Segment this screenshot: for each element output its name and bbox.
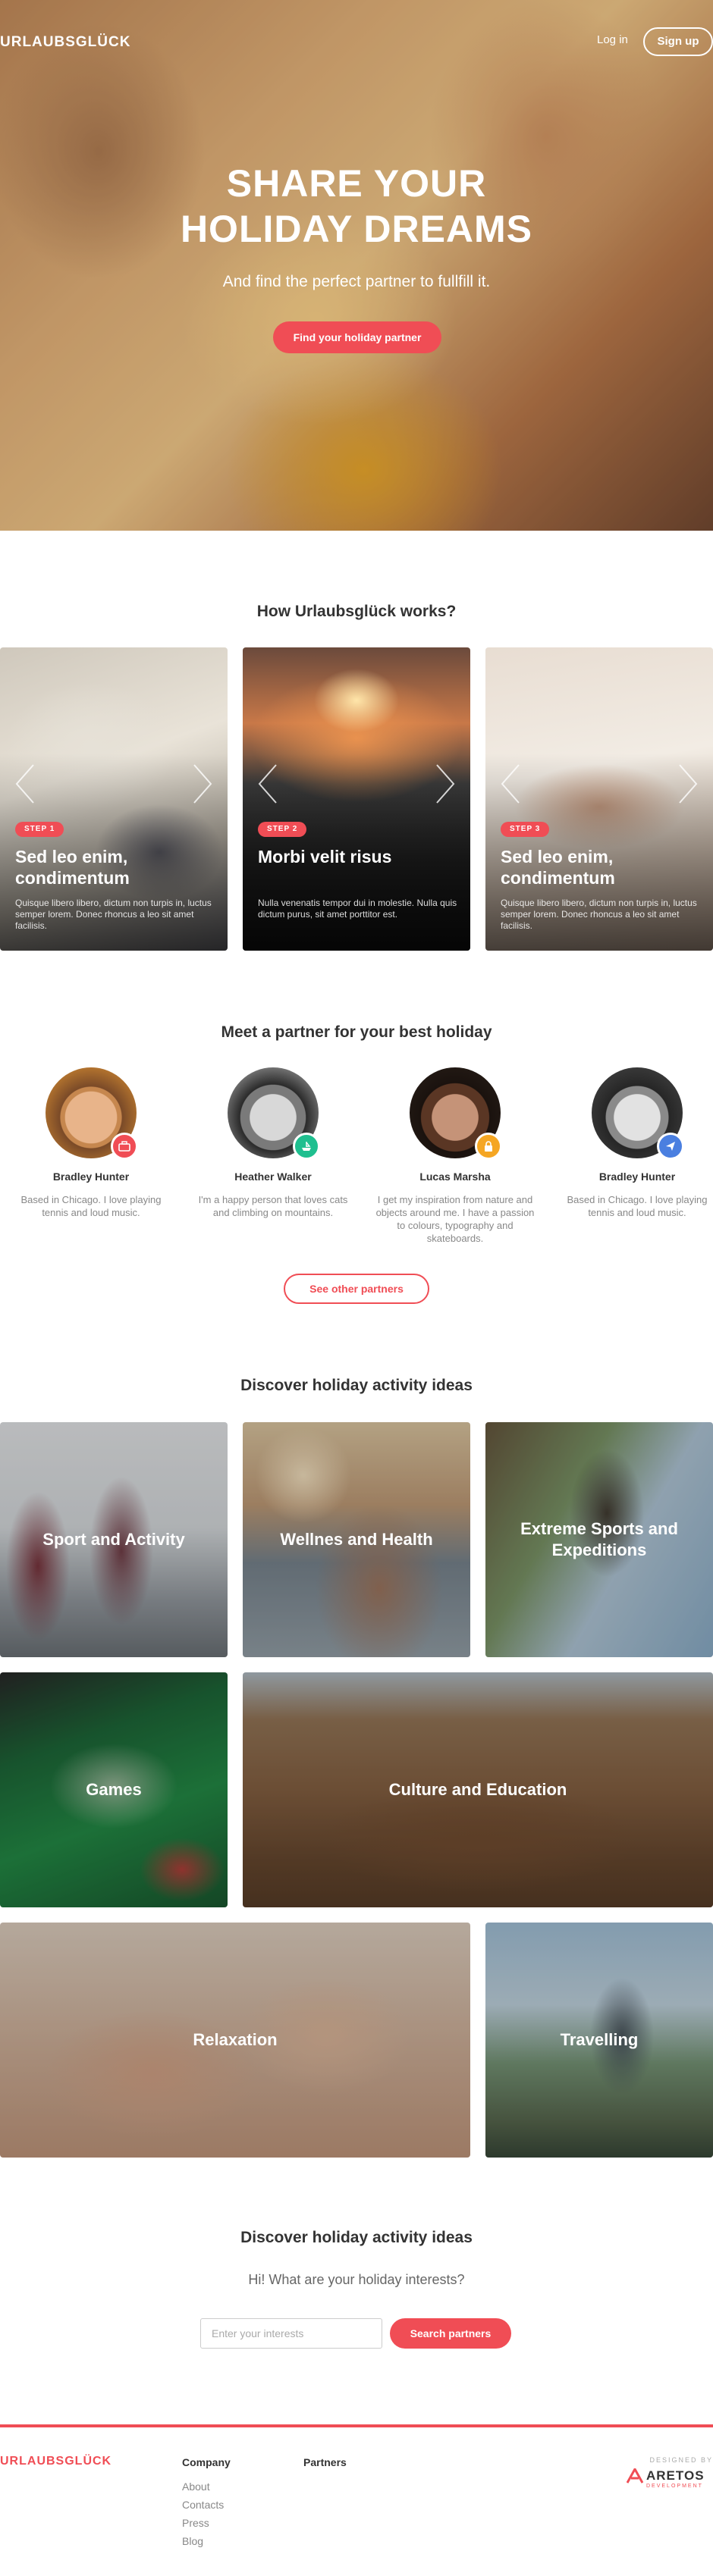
carousel-next-icon[interactable] [429,761,460,807]
activity-tile-games[interactable]: Games [0,1672,228,1907]
interests-intro: Hi! What are your holiday interests? [248,2272,465,2287]
step-text: Quisque libero libero, dictum non turpis… [501,898,697,931]
activity-tile-extreme[interactable]: Extreme Sports and Expeditions [485,1422,713,1657]
partners-title: Meet a partner for your best holiday [221,1023,492,1041]
step-title: Morbi velit risus [258,847,392,867]
step-card-1[interactable]: STEP 1 Sed leo enim, condimentum Quisque… [0,647,228,951]
step-title: Sed leo enim, condimentum [15,847,130,888]
hero-title: SHARE YOUR HOLIDAY DREAMS [129,161,584,252]
activities-title: Discover holiday activity ideas [240,1377,473,1394]
footer-partners-heading[interactable]: Partners [303,2456,347,2468]
step-badge: STEP 3 [501,822,550,837]
site-logo[interactable]: URLAUBSGLÜCK [0,34,130,51]
footer-link-contacts[interactable]: Contacts [182,2499,224,2511]
activity-label: Culture and Education [388,1780,567,1799]
aretos-sub: DEVELOPMENT [646,2484,703,2489]
carousel-prev-icon[interactable] [496,761,526,807]
find-partner-button[interactable]: Find your holiday partner [273,321,441,353]
aretos-brand: ARETOS [646,2468,705,2483]
aretos-mark-icon [627,2468,643,2484]
activity-tile-travelling[interactable]: Travelling [485,1923,713,2158]
activity-label: Extreme Sports and Expeditions [520,1519,678,1559]
suitcase-icon [111,1133,138,1160]
activity-label: Games [86,1780,142,1799]
step-card-3[interactable]: STEP 3 Sed leo enim, condimentum Quisque… [485,647,713,951]
hero-title-line2: HOLIDAY DREAMS [180,208,533,250]
boat-icon [293,1133,320,1160]
partner-description: I'm a happy person that loves cats and c… [198,1194,348,1218]
activity-tile-wellness[interactable]: Wellnes and Health [243,1422,470,1657]
activity-label: Relaxation [193,2030,278,2049]
partner-name[interactable]: Heather Walker [182,1170,364,1183]
interests-title: Discover holiday activity ideas [240,2229,473,2246]
step-title: Sed leo enim, condimentum [501,847,615,888]
carousel-prev-icon[interactable] [253,761,284,807]
partner-description: Based in Chicago. I love playing tennis … [567,1194,708,1218]
footer-divider [0,2424,713,2427]
partner-description: Based in Chicago. I love playing tennis … [20,1194,162,1218]
step-card-2[interactable]: STEP 2 Morbi velit risus Nulla venenatis… [243,647,470,951]
step-text: Nulla venenatis tempor dui in molestie. … [258,898,457,920]
signup-button[interactable]: Sign up [643,27,713,56]
how-it-works-title: How Urlaubsglück works? [256,603,457,620]
footer-logo[interactable]: URLAUBSGLÜCK [0,2455,112,2468]
plane-icon [657,1133,684,1160]
partner-name[interactable]: Bradley Hunter [0,1170,182,1183]
activity-tile-relaxation[interactable]: Relaxation [0,1923,470,2158]
activity-label: Sport and Activity [42,1530,185,1549]
activity-label: Travelling [560,2030,639,2049]
carousel-next-icon[interactable] [672,761,702,807]
hero-section: URLAUBSGLÜCK Log in Sign up SHARE YOUR H… [0,0,713,531]
carousel-next-icon[interactable] [187,761,217,807]
activity-tile-sport[interactable]: Sport and Activity [0,1422,228,1657]
lock-icon [475,1133,502,1160]
partner-name[interactable]: Bradley Hunter [546,1170,713,1183]
carousel-prev-icon[interactable] [11,761,41,807]
hero-subtitle: And find the perfect partner to fullfill… [222,273,491,290]
step-badge: STEP 1 [15,822,64,837]
partner-description: I get my inspiration from nature and obj… [375,1194,535,1244]
aretos-logo[interactable]: ARETOS DEVELOPMENT [627,2467,713,2494]
activity-tile-culture[interactable]: Culture and Education [243,1672,713,1907]
designed-by-label: DESIGNED BY [649,2456,713,2464]
footer-company-heading: Company [182,2456,231,2468]
hero-title-line1: SHARE YOUR [226,162,487,205]
activity-label: Wellnes and Health [280,1530,433,1549]
interests-input[interactable] [200,2318,382,2349]
footer-link-press[interactable]: Press [182,2517,209,2529]
footer-link-blog[interactable]: Blog [182,2535,203,2547]
footer-link-about[interactable]: About [182,2480,210,2493]
login-link[interactable]: Log in [597,33,628,46]
search-partners-button[interactable]: Search partners [390,2318,511,2349]
partner-name[interactable]: Lucas Marsha [364,1170,546,1183]
see-other-partners-button[interactable]: See other partners [284,1274,429,1304]
step-text: Quisque libero libero, dictum non turpis… [15,898,212,931]
step-badge: STEP 2 [258,822,307,837]
